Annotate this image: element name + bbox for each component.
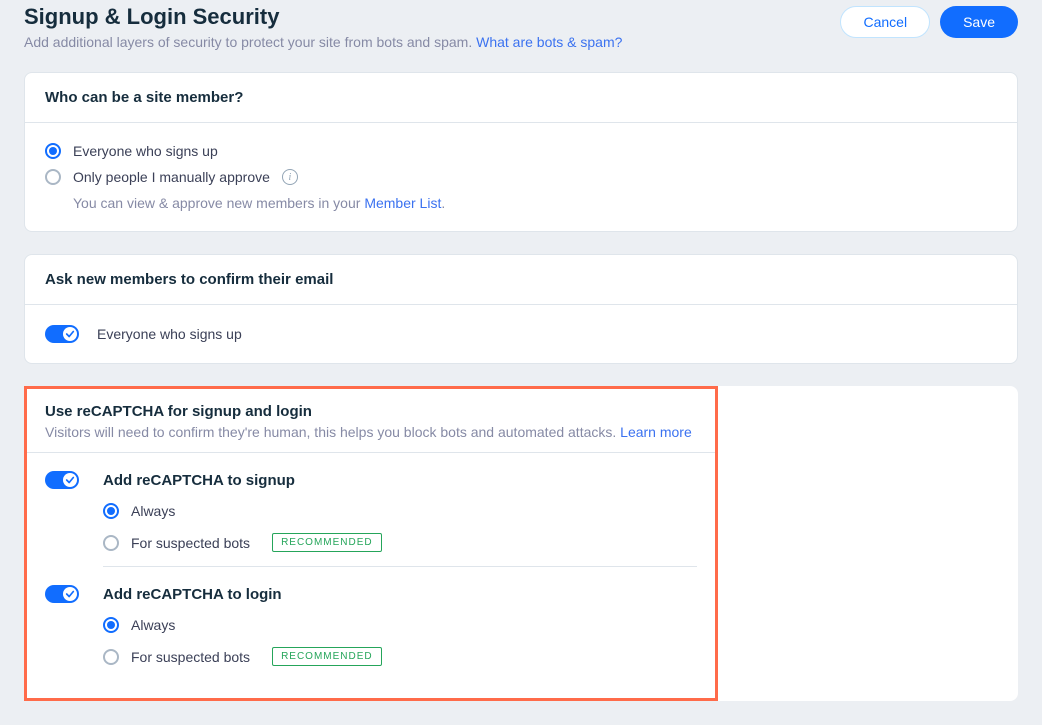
recaptcha-body: Add reCAPTCHA to signup Always For suspe… — [27, 453, 715, 698]
membership-manual-subtext-suffix: . — [441, 195, 445, 211]
membership-option-everyone-label: Everyone who signs up — [73, 143, 218, 159]
recaptcha-signup-suspected-label: For suspected bots — [131, 535, 250, 551]
membership-card: Who can be a site member? Everyone who s… — [24, 72, 1018, 232]
radio-checked-icon — [103, 617, 119, 633]
info-icon[interactable]: i — [282, 169, 298, 185]
radio-unchecked-icon — [103, 649, 119, 665]
recaptcha-login-suspected-label: For suspected bots — [131, 649, 250, 665]
recaptcha-signup-options: Always For suspected bots RECOMMENDED — [103, 503, 697, 552]
radio-unchecked-icon — [103, 535, 119, 551]
email-confirm-toggle[interactable] — [45, 325, 79, 343]
recaptcha-login-block: Add reCAPTCHA to login Always For suspec… — [45, 585, 697, 666]
email-confirm-title: Ask new members to confirm their email — [45, 271, 997, 288]
recaptcha-signup-always-label: Always — [131, 503, 175, 519]
email-confirm-card: Ask new members to confirm their email E… — [24, 254, 1018, 364]
recaptcha-login-options: Always For suspected bots RECOMMENDED — [103, 617, 697, 666]
save-button[interactable]: Save — [940, 6, 1018, 38]
membership-manual-subtext: You can view & approve new members in yo… — [73, 195, 997, 211]
page-title: Signup & Login Security — [24, 4, 622, 30]
recaptcha-highlight-box: Use reCAPTCHA for signup and login Visit… — [24, 386, 718, 701]
recaptcha-desc-text: Visitors will need to confirm they're hu… — [45, 424, 616, 440]
membership-title: Who can be a site member? — [45, 89, 997, 106]
recommended-badge: RECOMMENDED — [272, 533, 382, 552]
recaptcha-signup-heading-row: Add reCAPTCHA to signup — [45, 471, 697, 489]
recaptcha-login-toggle[interactable] — [45, 585, 79, 603]
radio-unchecked-icon — [45, 169, 61, 185]
membership-option-manual[interactable]: Only people I manually approve i — [45, 169, 997, 185]
recaptcha-header: Use reCAPTCHA for signup and login Visit… — [27, 389, 715, 453]
recaptcha-signup-heading: Add reCAPTCHA to signup — [103, 472, 295, 489]
membership-card-header: Who can be a site member? — [25, 73, 1017, 123]
recaptcha-login-heading-row: Add reCAPTCHA to login — [45, 585, 697, 603]
recaptcha-card: Use reCAPTCHA for signup and login Visit… — [24, 386, 1018, 701]
recommended-badge: RECOMMENDED — [272, 647, 382, 666]
page-subtitle: Add additional layers of security to pro… — [24, 34, 622, 50]
recaptcha-learn-more-link[interactable]: Learn more — [620, 424, 692, 440]
toggle-knob-icon — [63, 327, 77, 341]
recaptcha-login-always-label: Always — [131, 617, 175, 633]
radio-checked-icon — [45, 143, 61, 159]
page-header: Signup & Login Security Add additional l… — [24, 0, 1018, 50]
email-confirm-toggle-label: Everyone who signs up — [97, 326, 242, 342]
radio-checked-icon — [103, 503, 119, 519]
membership-card-body: Everyone who signs up Only people I manu… — [25, 123, 1017, 231]
membership-option-manual-label: Only people I manually approve — [73, 169, 270, 185]
cancel-button[interactable]: Cancel — [840, 6, 930, 38]
email-confirm-card-body: Everyone who signs up — [25, 305, 1017, 363]
bots-spam-link[interactable]: What are bots & spam? — [476, 34, 622, 50]
page-header-left: Signup & Login Security Add additional l… — [24, 4, 622, 50]
recaptcha-signup-suspected[interactable]: For suspected bots RECOMMENDED — [103, 533, 697, 552]
recaptcha-signup-block: Add reCAPTCHA to signup Always For suspe… — [45, 471, 697, 552]
recaptcha-desc: Visitors will need to confirm they're hu… — [45, 424, 697, 440]
recaptcha-login-heading: Add reCAPTCHA to login — [103, 586, 282, 603]
recaptcha-login-suspected[interactable]: For suspected bots RECOMMENDED — [103, 647, 697, 666]
recaptcha-title: Use reCAPTCHA for signup and login — [45, 403, 697, 420]
recaptcha-signup-toggle[interactable] — [45, 471, 79, 489]
membership-option-everyone[interactable]: Everyone who signs up — [45, 143, 997, 159]
toggle-knob-icon — [63, 473, 77, 487]
header-actions: Cancel Save — [840, 4, 1018, 38]
email-confirm-toggle-row: Everyone who signs up — [45, 325, 997, 343]
recaptcha-login-always[interactable]: Always — [103, 617, 697, 633]
recaptcha-signup-always[interactable]: Always — [103, 503, 697, 519]
toggle-knob-icon — [63, 587, 77, 601]
member-list-link[interactable]: Member List — [364, 195, 441, 211]
email-confirm-card-header: Ask new members to confirm their email — [25, 255, 1017, 305]
membership-manual-subtext-prefix: You can view & approve new members in yo… — [73, 195, 364, 211]
recaptcha-divider — [103, 566, 697, 567]
page-subtitle-text: Add additional layers of security to pro… — [24, 34, 472, 50]
